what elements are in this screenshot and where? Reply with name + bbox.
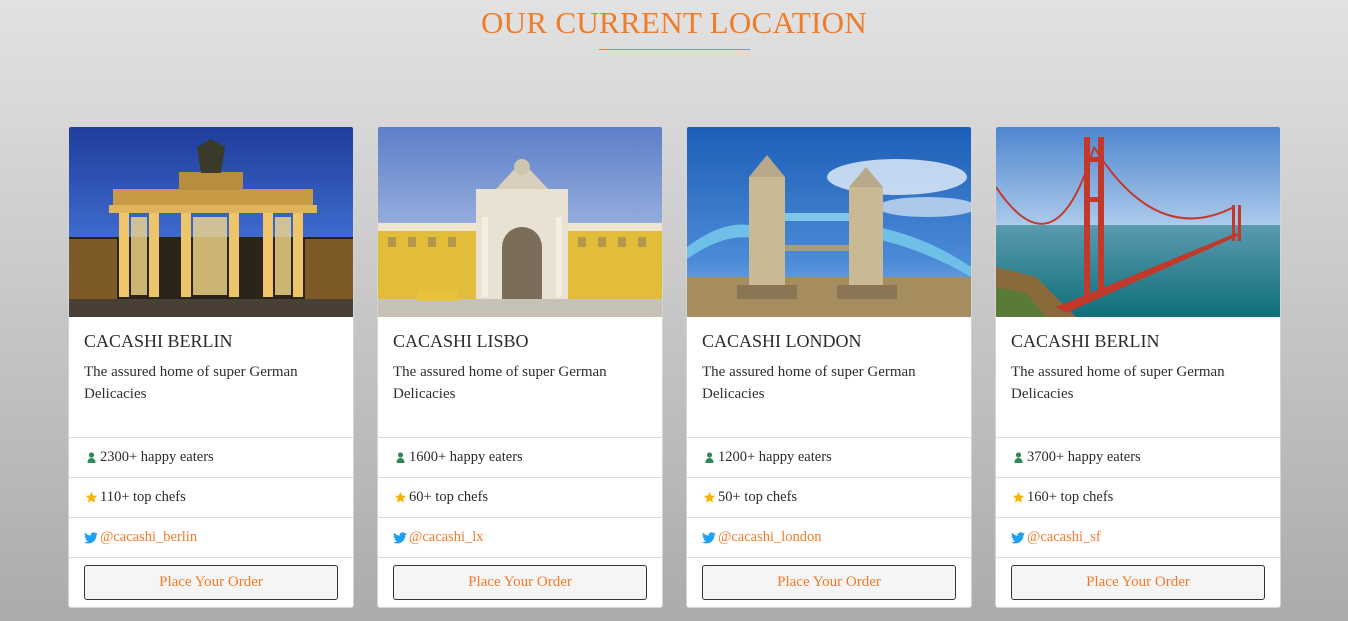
title-underline: [599, 49, 750, 50]
top-chefs-text: 50+ top chefs: [718, 489, 798, 505]
happy-eaters-item: 3700+ happy eaters: [996, 437, 1280, 477]
happy-eaters-text: 1600+ happy eaters: [409, 449, 523, 465]
twitter-icon: [84, 531, 98, 544]
happy-eaters-item: 1200+ happy eaters: [687, 437, 971, 477]
golden-gate-bridge-photo: [996, 127, 1280, 317]
happy-eaters-item: 2300+ happy eaters: [69, 437, 353, 477]
brandenburg-gate-photo: [69, 127, 353, 317]
happy-eaters-item: 1600+ happy eaters: [378, 437, 662, 477]
top-chefs-item: 110+ top chefs: [69, 477, 353, 517]
card-title: CACASHI BERLIN: [1011, 331, 1160, 351]
card-description: The assured home of super German Delicac…: [84, 364, 298, 402]
twitter-icon: [702, 531, 716, 544]
twitter-icon: [1011, 531, 1025, 544]
happy-eaters-text: 3700+ happy eaters: [1027, 449, 1141, 465]
location-card-london: CACASHI LONDON The assured home of super…: [686, 126, 972, 608]
star-icon: [393, 491, 407, 504]
twitter-handle: @cacashi_london: [718, 529, 822, 545]
card-title: CACASHI LISBO: [393, 331, 529, 351]
top-chefs-text: 60+ top chefs: [409, 489, 489, 505]
top-chefs-item: 60+ top chefs: [378, 477, 662, 517]
star-icon: [702, 491, 716, 504]
card-description: The assured home of super German Delicac…: [1011, 364, 1225, 402]
twitter-icon: [393, 531, 407, 544]
location-card-berlin: CACASHI BERLIN The assured home of super…: [68, 126, 354, 608]
lisbon-arch-photo: [378, 127, 662, 317]
twitter-link[interactable]: @cacashi_sf: [996, 517, 1280, 557]
place-order-button[interactable]: Place Your Order: [393, 565, 647, 600]
place-order-button[interactable]: Place Your Order: [84, 565, 338, 600]
person-icon: [702, 452, 716, 463]
top-chefs-text: 160+ top chefs: [1027, 489, 1114, 505]
place-order-button[interactable]: Place Your Order: [702, 565, 956, 600]
twitter-handle: @cacashi_sf: [1027, 529, 1101, 545]
happy-eaters-text: 2300+ happy eaters: [100, 449, 214, 465]
twitter-link[interactable]: @cacashi_berlin: [69, 517, 353, 557]
section-title: OUR CURRENT LOCATION: [480, 5, 868, 40]
twitter-handle: @cacashi_berlin: [100, 529, 198, 545]
person-icon: [1011, 452, 1025, 463]
place-order-button[interactable]: Place Your Order: [1011, 565, 1265, 600]
card-title: CACASHI LONDON: [702, 331, 862, 351]
card-title: CACASHI BERLIN: [84, 331, 233, 351]
tower-bridge-photo: [687, 127, 971, 317]
star-icon: [84, 491, 98, 504]
twitter-handle: @cacashi_lx: [409, 529, 484, 545]
top-chefs-item: 50+ top chefs: [687, 477, 971, 517]
twitter-link[interactable]: @cacashi_london: [687, 517, 971, 557]
card-description: The assured home of super German Delicac…: [702, 364, 916, 402]
top-chefs-item: 160+ top chefs: [996, 477, 1280, 517]
card-description: The assured home of super German Delicac…: [393, 364, 607, 402]
person-icon: [393, 452, 407, 463]
top-chefs-text: 110+ top chefs: [100, 489, 186, 505]
person-icon: [84, 452, 98, 463]
location-card-lisbo: CACASHI LISBO The assured home of super …: [377, 126, 663, 608]
twitter-link[interactable]: @cacashi_lx: [378, 517, 662, 557]
location-card-sf: CACASHI BERLIN The assured home of super…: [995, 126, 1281, 608]
star-icon: [1011, 491, 1025, 504]
happy-eaters-text: 1200+ happy eaters: [718, 449, 832, 465]
